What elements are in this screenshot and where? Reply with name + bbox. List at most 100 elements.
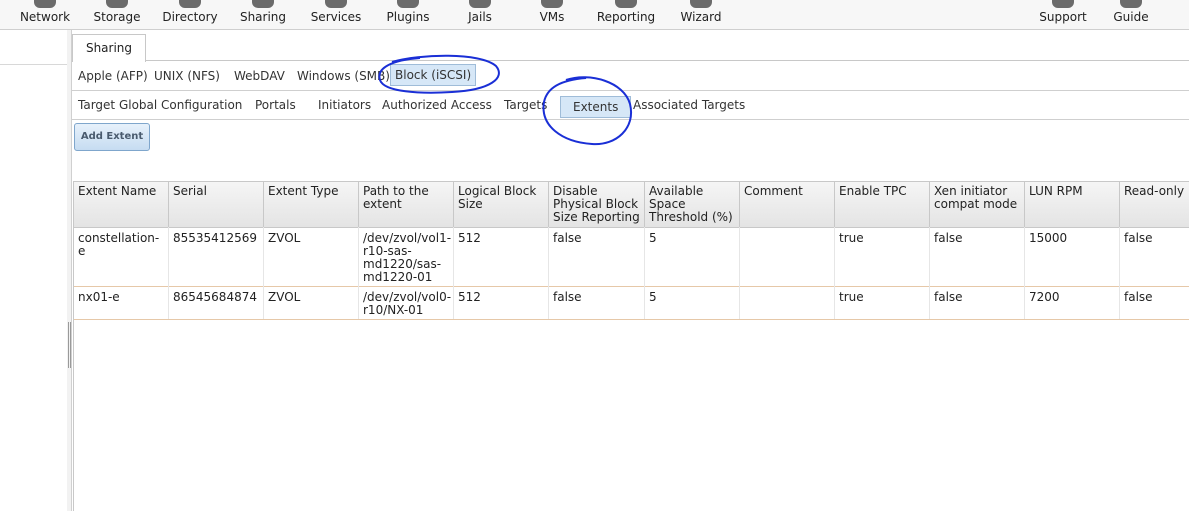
column-header[interactable]: Available Space Threshold (%) bbox=[645, 182, 740, 227]
table-cell: 86545684874 bbox=[169, 286, 264, 319]
column-header-line: Extent Type bbox=[268, 184, 339, 198]
column-header-line: LUN RPM bbox=[1029, 184, 1083, 198]
toolbar-label: Services bbox=[310, 10, 362, 24]
toolbar-jails-button[interactable]: Jails bbox=[440, 0, 520, 29]
column-header[interactable]: Extent Name bbox=[74, 182, 169, 227]
storage-icon bbox=[106, 0, 128, 8]
toolbar-sharing-button[interactable]: Sharing bbox=[223, 0, 303, 29]
column-header[interactable]: Disable Physical Block Size Reporting bbox=[549, 182, 645, 227]
iscsi-tab-1[interactable]: Portals bbox=[255, 95, 296, 115]
network-icon bbox=[34, 0, 56, 8]
table-cell: ZVOL bbox=[264, 286, 359, 319]
cell-line: true bbox=[839, 231, 864, 245]
cell-line: 512 bbox=[458, 290, 481, 304]
table-cell bbox=[740, 227, 835, 286]
table-cell: /dev/zvol/vol0- r10/NX-01 bbox=[359, 286, 454, 319]
toolbar-label: Wizard bbox=[680, 10, 722, 24]
table-cell: 85535412569 bbox=[169, 227, 264, 286]
cell-line: 512 bbox=[458, 231, 481, 245]
toolbar-label: Storage bbox=[93, 10, 141, 24]
column-header-line: Threshold (%) bbox=[649, 210, 733, 224]
toolbar-reporting-button[interactable]: Reporting bbox=[586, 0, 666, 29]
table-cell: 512 bbox=[454, 227, 549, 286]
column-header[interactable]: Logical Block Size bbox=[454, 182, 549, 227]
table-cell: nx01-e bbox=[74, 286, 169, 319]
toolbar-guide-button[interactable]: Guide bbox=[1091, 0, 1171, 29]
toolbar-label: Guide bbox=[1113, 10, 1149, 24]
column-header[interactable]: Enable TPC bbox=[835, 182, 930, 227]
services-icon bbox=[325, 0, 347, 8]
table-cell bbox=[740, 286, 835, 319]
cell-line: ZVOL bbox=[268, 231, 301, 245]
column-header[interactable]: LUN RPM bbox=[1025, 182, 1120, 227]
cell-line: r10/NX-01 bbox=[363, 303, 424, 317]
table-cell: 15000 bbox=[1025, 227, 1120, 286]
column-header[interactable]: Xen initiator compat mode bbox=[930, 182, 1025, 227]
tab-sharing[interactable]: Sharing bbox=[72, 34, 146, 62]
share-tab-1[interactable]: UNIX (NFS) bbox=[154, 66, 220, 86]
table-row[interactable]: nx01-e 86545684874 ZVOL/dev/zvol/vol0- r10/… bbox=[74, 286, 1189, 320]
column-header-line: compat mode bbox=[934, 197, 1018, 211]
column-header[interactable]: Extent Type bbox=[264, 182, 359, 227]
cell-line: nx01-e bbox=[78, 290, 120, 304]
toolbar-vms-button[interactable]: VMs bbox=[512, 0, 592, 29]
column-header-line: Extent Name bbox=[78, 184, 157, 198]
sharing-icon bbox=[252, 0, 274, 8]
toolbar-wizard-button[interactable]: Wizard bbox=[661, 0, 741, 29]
cell-line: 15000 bbox=[1029, 231, 1068, 245]
table-cell: /dev/zvol/vol1- r10-sas-md1220/sas-md1220… bbox=[359, 227, 454, 286]
share-tab-4[interactable]: Block (iSCSI) bbox=[390, 64, 477, 86]
iscsi-tab-0[interactable]: Target Global Configuration bbox=[78, 95, 242, 115]
cell-line: false bbox=[553, 290, 582, 304]
directory-icon bbox=[179, 0, 201, 8]
toolbar-label: Plugins bbox=[386, 10, 430, 24]
column-header-line: extent bbox=[363, 197, 402, 211]
column-header-line: Serial bbox=[173, 184, 207, 198]
column-header[interactable]: Comment bbox=[740, 182, 835, 227]
cell-line: true bbox=[839, 290, 864, 304]
toolbar-storage-button[interactable]: Storage bbox=[77, 0, 157, 29]
cell-line: 7200 bbox=[1029, 290, 1060, 304]
table-cell: false bbox=[549, 227, 645, 286]
tab-strip-line bbox=[145, 60, 1189, 61]
cell-line: false bbox=[1124, 290, 1153, 304]
iscsi-tab-3[interactable]: Authorized Access bbox=[382, 95, 492, 115]
grid-header: Extent Name Serial Extent Type Path to the e… bbox=[74, 181, 1189, 228]
reporting-icon bbox=[615, 0, 637, 8]
cell-line: false bbox=[934, 231, 963, 245]
left-tree-pane bbox=[0, 30, 68, 511]
iscsi-tab-6[interactable]: Associated Targets bbox=[633, 95, 745, 115]
add-extent-button[interactable]: Add Extent bbox=[74, 123, 150, 151]
toolbar-network-button[interactable]: Network bbox=[5, 0, 85, 29]
cell-line: 5 bbox=[649, 290, 657, 304]
column-header-line: Size bbox=[458, 197, 483, 211]
share-tab-3[interactable]: Windows (SMB) bbox=[297, 66, 390, 86]
cell-line: false bbox=[1124, 231, 1153, 245]
iscsi-tab-5[interactable]: Extents bbox=[560, 96, 632, 118]
toolbar-services-button[interactable]: Services bbox=[296, 0, 376, 29]
support-icon bbox=[1052, 0, 1074, 8]
column-header[interactable]: Path to the extent bbox=[359, 182, 454, 227]
iscsi-tab-2[interactable]: Initiators bbox=[318, 95, 371, 115]
table-cell: ZVOL bbox=[264, 227, 359, 286]
table-row[interactable]: constellation-e 85535412569 ZVOL/dev/zvol/… bbox=[74, 227, 1189, 287]
wizard-icon bbox=[690, 0, 712, 8]
toolbar-directory-button[interactable]: Directory bbox=[150, 0, 230, 29]
column-header-line: Comment bbox=[744, 184, 803, 198]
table-cell: false bbox=[1120, 286, 1189, 319]
tree-row-divider bbox=[0, 64, 67, 65]
cell-line: false bbox=[553, 231, 582, 245]
toolbar-plugins-button[interactable]: Plugins bbox=[368, 0, 448, 29]
share-tab-0[interactable]: Apple (AFP) bbox=[78, 66, 148, 86]
column-header[interactable]: Serial bbox=[169, 182, 264, 227]
cell-line: constellation-e bbox=[78, 231, 160, 258]
guide-icon bbox=[1120, 0, 1142, 8]
cell-line: 86545684874 bbox=[173, 290, 257, 304]
column-header[interactable]: Read-only bbox=[1120, 182, 1189, 227]
table-cell: constellation-e bbox=[74, 227, 169, 286]
table-cell: false bbox=[1120, 227, 1189, 286]
splitter-grip-icon[interactable] bbox=[68, 322, 71, 368]
share-tab-2[interactable]: WebDAV bbox=[234, 66, 285, 86]
iscsi-tab-4[interactable]: Targets bbox=[504, 95, 547, 115]
share-type-tabs: Apple (AFP) UNIX (NFS) WebDAV Windows (SMB)… bbox=[72, 62, 1189, 88]
